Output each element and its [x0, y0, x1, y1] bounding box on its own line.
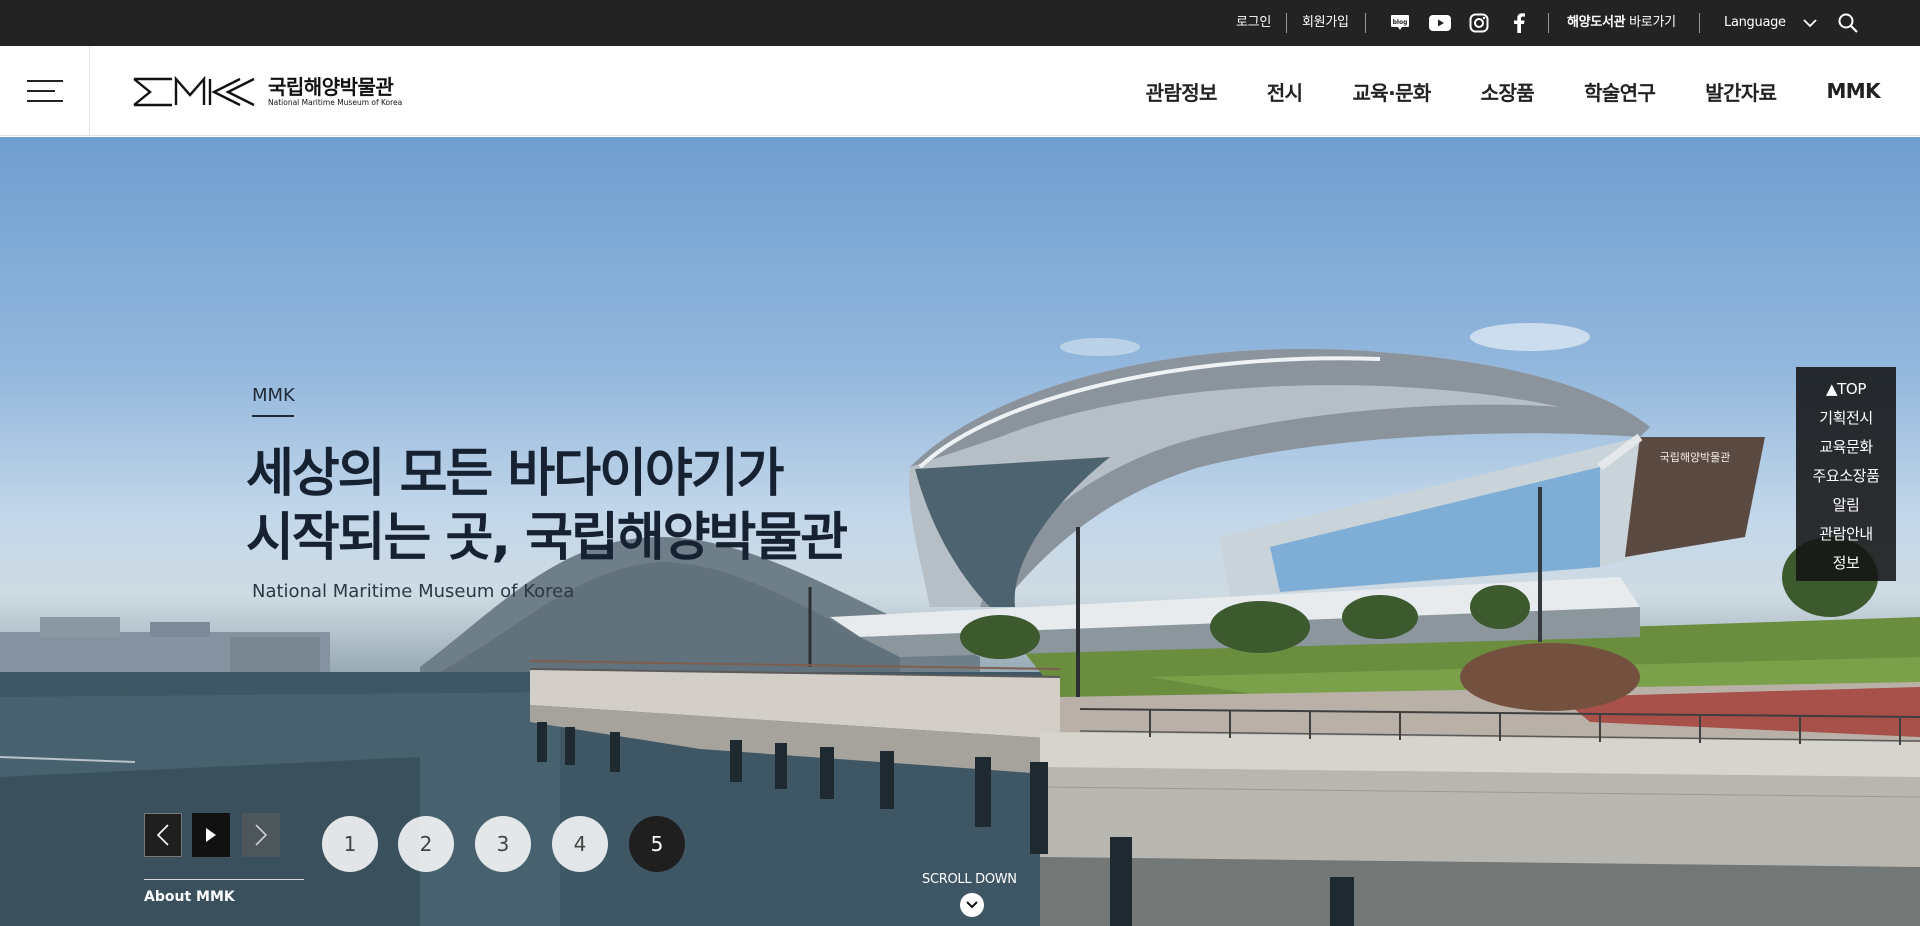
library-label: 해양도서관 — [1567, 15, 1626, 30]
main-header: 국립해양박물관 National Maritime Museum of Kore… — [0, 46, 1920, 136]
nav-collection[interactable]: 소장품 — [1481, 77, 1535, 106]
about-mmk-link[interactable]: About MMK — [144, 889, 235, 905]
prev-slide-button[interactable] — [144, 813, 182, 857]
nav-research[interactable]: 학술연구 — [1584, 77, 1656, 106]
scroll-down-label[interactable]: SCROLL DOWN — [922, 872, 1017, 887]
youtube-icon[interactable] — [1428, 11, 1452, 35]
next-slide-button[interactable] — [242, 813, 280, 857]
slide-indicator-5[interactable]: 5 — [629, 816, 685, 872]
mmk-logo-icon — [133, 75, 255, 107]
site-logo[interactable]: 국립해양박물관 National Maritime Museum of Kore… — [130, 72, 402, 112]
instagram-icon[interactable] — [1467, 11, 1491, 35]
blog-icon[interactable]: blog — [1388, 11, 1412, 35]
play-icon — [206, 828, 216, 842]
hero-headline: 세상의 모든 바다이야기가 시작되는 곳, 국립해양박물관 — [246, 442, 848, 570]
hamburger-icon-line — [26, 100, 63, 102]
hamburger-icon-line — [26, 90, 55, 92]
hero-kicker: MMK — [252, 385, 295, 406]
search-icon[interactable] — [1836, 11, 1860, 35]
kicker-underline — [252, 415, 294, 417]
hero-english-subtitle: National Maritime Museum of Korea — [252, 581, 575, 602]
chevron-down-icon[interactable] — [1798, 11, 1822, 35]
building-sign-text: 국립해양박물관 — [1660, 450, 1731, 464]
main-navigation: 관람정보 전시 교육·문화 소장품 학술연구 발간자료 MMK — [1096, 46, 1881, 136]
quick-item-notice[interactable]: 알림 — [1796, 491, 1896, 520]
play-slide-button[interactable] — [192, 813, 230, 857]
slide-indicator-4[interactable]: 4 — [552, 816, 608, 872]
chevron-right-icon — [255, 824, 268, 846]
slide-indicator-1[interactable]: 1 — [322, 816, 378, 872]
hamburger-icon-line — [26, 80, 63, 82]
slide-indicator-2[interactable]: 2 — [398, 816, 454, 872]
hero-slider: 국립해양박물관 MMK 세상의 모든 바다이야기가 시작되는 곳, 국립해양박물… — [0, 137, 1920, 926]
language-select[interactable]: Language — [1724, 0, 1786, 46]
login-link[interactable]: 로그인 — [1236, 0, 1271, 46]
signup-link[interactable]: 회원가입 — [1302, 0, 1349, 46]
chevron-left-icon — [156, 824, 169, 846]
quick-item-info[interactable]: 정보 — [1796, 549, 1896, 578]
nav-mmk[interactable]: MMK — [1826, 79, 1880, 103]
svg-text:blog: blog — [1393, 19, 1408, 26]
chevron-down-icon — [966, 901, 978, 909]
divider — [1286, 13, 1287, 33]
about-divider — [144, 879, 304, 880]
divider — [1548, 13, 1549, 33]
logo-korean-name: 국립해양박물관 — [268, 75, 394, 99]
nav-exhibition[interactable]: 전시 — [1267, 77, 1303, 106]
facebook-icon[interactable] — [1507, 11, 1531, 35]
scroll-down-button[interactable] — [960, 893, 984, 917]
slide-indicator-3[interactable]: 3 — [475, 816, 531, 872]
top-utility-bar: 로그인 회원가입 blog 해양도서관 바로가기 Language — [0, 0, 1920, 46]
divider — [1699, 13, 1700, 33]
quick-item-main-collection[interactable]: 주요소장품 — [1796, 462, 1896, 491]
quick-item-special-exhibition[interactable]: 기획전시 — [1796, 404, 1896, 433]
nav-publications[interactable]: 발간자료 — [1705, 77, 1777, 106]
quick-top-button[interactable]: ▲TOP — [1796, 375, 1896, 404]
nav-visit-info[interactable]: 관람정보 — [1146, 77, 1218, 106]
menu-toggle-button[interactable] — [0, 46, 90, 136]
headline-line-2: 시작되는 곳, 국립해양박물관 — [246, 508, 848, 568]
quick-item-education-culture[interactable]: 교육문화 — [1796, 433, 1896, 462]
quick-item-visit-guide[interactable]: 관람안내 — [1796, 520, 1896, 549]
nav-education-culture[interactable]: 교육·문화 — [1352, 77, 1431, 106]
divider — [1365, 13, 1366, 33]
headline-line-1: 세상의 모든 바다이야기가 — [246, 444, 784, 504]
library-shortcut-link[interactable]: 해양도서관 바로가기 — [1567, 0, 1676, 46]
logo-english-name: National Maritime Museum of Korea — [268, 98, 403, 107]
library-shortcut-label: 바로가기 — [1625, 15, 1676, 30]
quick-menu: ▲TOP 기획전시 교육문화 주요소장품 알림 관람안내 정보 — [1796, 367, 1896, 581]
